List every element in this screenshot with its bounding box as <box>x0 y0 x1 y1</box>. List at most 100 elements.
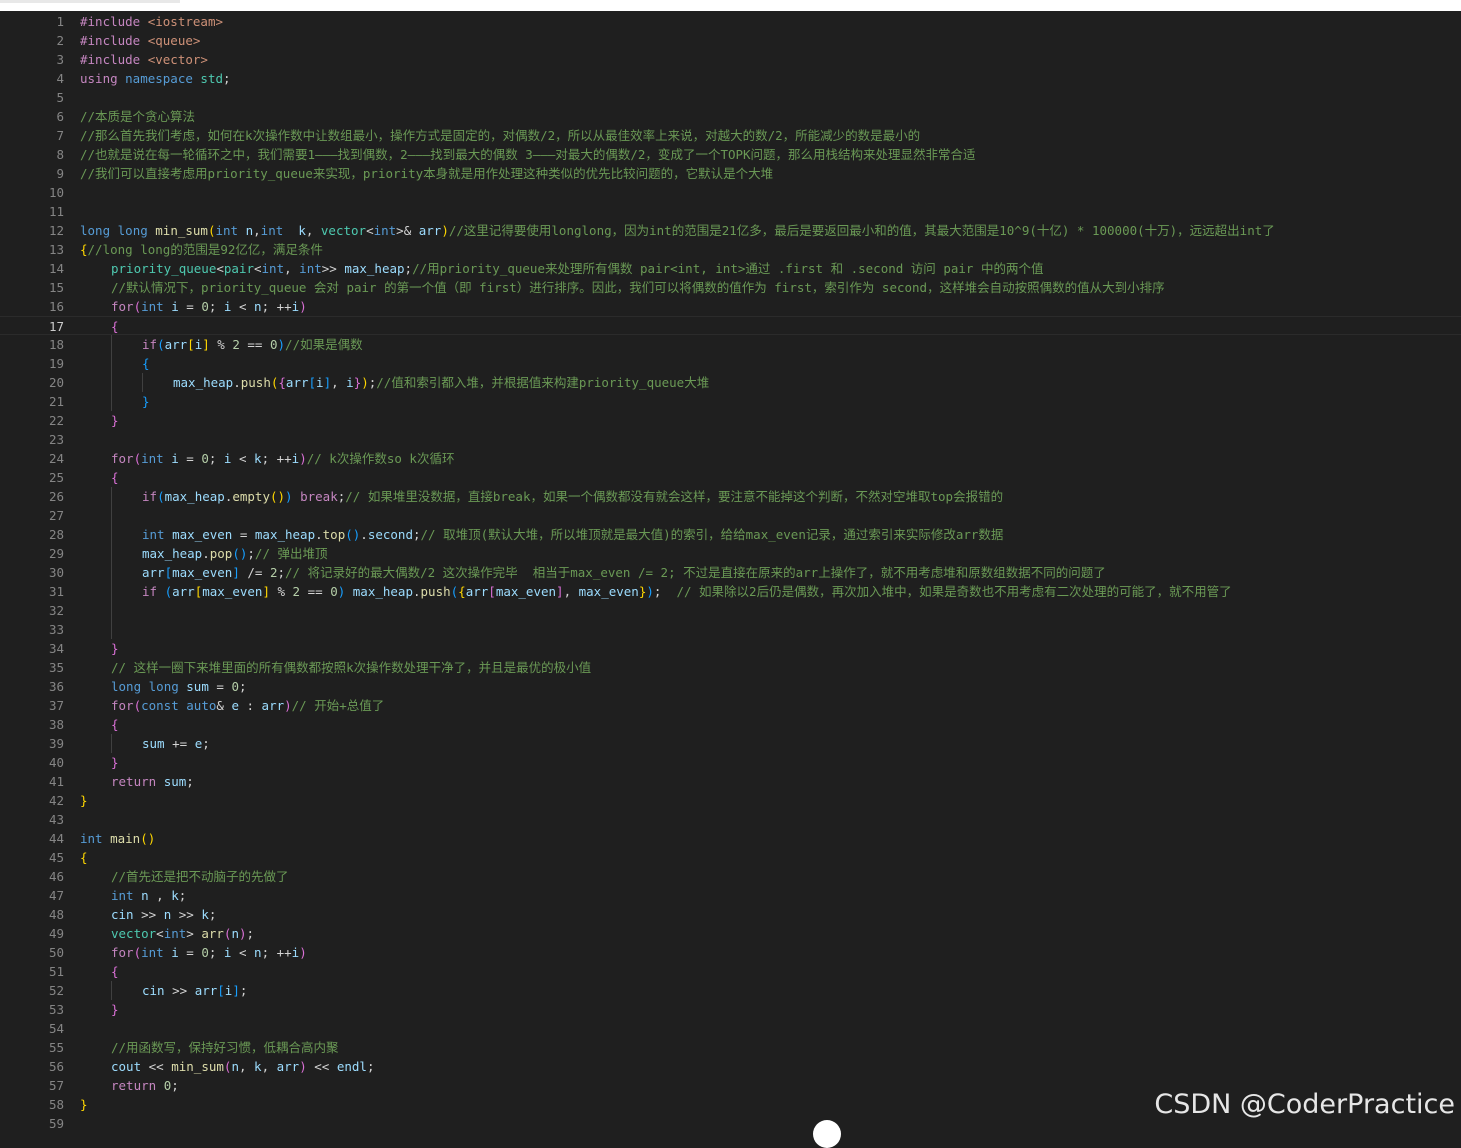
code-text: } <box>111 411 119 430</box>
code-line[interactable]: 51 { <box>0 962 1461 981</box>
code-line[interactable]: 35 // 这样一圈下来堆里面的所有偶数都按照k次操作数处理干净了，并且是最优的极… <box>0 658 1461 677</box>
code-line[interactable]: 15 //默认情况下，priority_queue 会对 pair 的第一个值（即… <box>0 278 1461 297</box>
code-line[interactable]: 37 for(const auto& e : arr)// 开始+总值了 <box>0 696 1461 715</box>
code-token: ( <box>133 945 142 960</box>
code-line[interactable]: 14 priority_queue<pair<int, int>> max_hea… <box>0 259 1461 278</box>
code-text: { <box>142 354 150 373</box>
code-text: //也就是说在每一轮循环之中，我们需要1———找到偶数，2———找到最大的偶数 … <box>80 145 976 164</box>
line-number: 16 <box>48 299 64 314</box>
code-line[interactable]: 44 int main() <box>0 829 1461 848</box>
code-token: second <box>367 527 413 542</box>
code-line[interactable]: 55 //用函数写，保持好习惯，低耦合高内聚 <box>0 1038 1461 1057</box>
code-token: < <box>366 223 374 238</box>
code-line[interactable]: 24 for(int i = 0; i < k; ++i)// k次操作数so k… <box>0 449 1461 468</box>
code-line[interactable]: 25 { <box>0 468 1461 487</box>
code-token: ) <box>299 451 307 466</box>
code-line[interactable]: 10 <box>0 183 1461 202</box>
code-line[interactable]: 21} <box>0 392 1461 411</box>
line-number: 2 <box>56 33 64 48</box>
line-number: 39 <box>48 736 64 751</box>
code-token: int <box>142 527 173 542</box>
line-number: 21 <box>48 394 64 409</box>
code-line[interactable]: 54 <box>0 1019 1461 1038</box>
code-line[interactable]: 12 long long min_sum(int n,int k, vector<… <box>0 221 1461 240</box>
code-line[interactable]: 13 {//long long的范围是92亿亿，满足条件 <box>0 240 1461 259</box>
code-line[interactable]: 7 //那么首先我们考虑，如何在k次操作数中让数组最小，操作方式是固定的，对偶数/… <box>0 126 1461 145</box>
code-line[interactable]: 17 { <box>0 316 1461 335</box>
code-line[interactable]: 46 //首先还是把不动脑子的先做了 <box>0 867 1461 886</box>
code-line[interactable]: 50 for(int i = 0; i < n; ++i) <box>0 943 1461 962</box>
code-line[interactable]: 8 //也就是说在每一轮循环之中，我们需要1———找到偶数，2———找到最大的偶数… <box>0 145 1461 164</box>
code-line[interactable]: 27 <box>0 506 1461 525</box>
code-line[interactable]: 43 <box>0 810 1461 829</box>
code-line[interactable]: 28 int max_even = max_heap.top().second;/… <box>0 525 1461 544</box>
code-token: 2 <box>269 565 278 580</box>
code-token: = <box>178 299 202 314</box>
code-line[interactable]: 9 //我们可以直接考虑用priority_queue来实现，priority本身… <box>0 164 1461 183</box>
code-token: // 如果堆里没数据，直接break，如果一个偶数都没有就会这样，要注意不能掉这… <box>345 489 1004 504</box>
code-line[interactable]: 40} <box>0 753 1461 772</box>
code-line[interactable]: 36 long long sum = 0; <box>0 677 1461 696</box>
code-token: < <box>231 451 255 466</box>
code-text: for(const auto& e : arr)// 开始+总值了 <box>111 696 384 715</box>
line-number: 45 <box>48 850 64 865</box>
code-line[interactable]: 34} <box>0 639 1461 658</box>
code-line[interactable]: 47 int n , k; <box>0 886 1461 905</box>
code-line[interactable]: 16 for(int i = 0; i < n; ++i) <box>0 297 1461 316</box>
code-line[interactable]: 3 #include <vector> <box>0 50 1461 69</box>
code-editor[interactable]: 1 #include <iostream> 2 #include <queue> 3 #i… <box>0 11 1461 1130</box>
code-line[interactable]: 5 <box>0 88 1461 107</box>
code-token: << <box>306 1059 337 1074</box>
code-line[interactable]: 4 using namespace std; <box>0 69 1461 88</box>
code-line[interactable]: 22} <box>0 411 1461 430</box>
code-line[interactable]: 31 if (arr[max_even] % 2 == 0) max_heap.p… <box>0 582 1461 601</box>
code-text: sum += e; <box>142 734 210 753</box>
code-line[interactable]: 26 if(max_heap.empty()) break;// 如果堆里没数据，… <box>0 487 1461 506</box>
code-line[interactable]: 53} <box>0 1000 1461 1019</box>
code-token: //用函数写，保持好习惯，低耦合高内聚 <box>111 1040 339 1055</box>
code-line[interactable]: 41 return sum; <box>0 772 1461 791</box>
code-token: [ <box>488 584 496 599</box>
code-line[interactable]: 19 { <box>0 354 1461 373</box>
code-line[interactable]: 20 max_heap.push({arr[i], i});//值和索引都入堆，并… <box>0 373 1461 392</box>
code-line[interactable]: 49 vector<int> arr(n); <box>0 924 1461 943</box>
code-token: { <box>111 964 119 979</box>
code-token: arr <box>276 1059 300 1074</box>
code-token: ; <box>178 888 187 903</box>
code-line[interactable]: 11 <box>0 202 1461 221</box>
code-token: ( <box>133 451 142 466</box>
code-line[interactable]: 56 cout << min_sum(n, k, arr) << endl; <box>0 1057 1461 1076</box>
code-token: = <box>178 451 202 466</box>
code-line[interactable]: 38 { <box>0 715 1461 734</box>
code-line[interactable]: 39 sum += e; <box>0 734 1461 753</box>
code-text: //首先还是把不动脑子的先做了 <box>111 867 289 886</box>
code-token: ; <box>223 71 231 86</box>
code-text: //用函数写，保持好习惯，低耦合高内聚 <box>111 1038 339 1057</box>
code-token: i <box>171 451 179 466</box>
code-line[interactable]: 23 <box>0 430 1461 449</box>
code-line[interactable]: 2 #include <queue> <box>0 31 1461 50</box>
code-token: arr <box>465 584 489 599</box>
code-line[interactable]: 18 if(arr[i] % 2 == 0)//如果是偶数 <box>0 335 1461 354</box>
line-number: 12 <box>48 223 64 238</box>
code-line[interactable]: 33 <box>0 620 1461 639</box>
code-line[interactable]: 32 <box>0 601 1461 620</box>
code-line[interactable]: 30 arr[max_even] /= 2;// 将记录好的最大偶数/2 这次操作… <box>0 563 1461 582</box>
code-token: ; <box>412 527 421 542</box>
line-number: 31 <box>48 584 64 599</box>
code-line[interactable]: 48 cin >> n >> k; <box>0 905 1461 924</box>
code-line[interactable]: 29 max_heap.pop();// 弹出堆顶 <box>0 544 1461 563</box>
code-text: {//long long的范围是92亿亿，满足条件 <box>80 240 323 259</box>
line-number: 17 <box>48 319 64 334</box>
code-line[interactable]: 45 { <box>0 848 1461 867</box>
code-token: int <box>141 299 172 314</box>
code-token: < <box>231 299 255 314</box>
code-token: //值和索引都入堆，并根据值来构建priority_queue大堆 <box>376 375 710 390</box>
code-line[interactable]: 52 cin >> arr[i]; <box>0 981 1461 1000</box>
code-token: } <box>111 641 119 656</box>
code-token: . <box>202 546 210 561</box>
code-line[interactable]: 42} <box>0 791 1461 810</box>
code-line[interactable]: 6 //本质是个贪心算法 <box>0 107 1461 126</box>
code-token: () <box>345 527 361 542</box>
code-line[interactable]: 1 #include <iostream> <box>0 12 1461 31</box>
